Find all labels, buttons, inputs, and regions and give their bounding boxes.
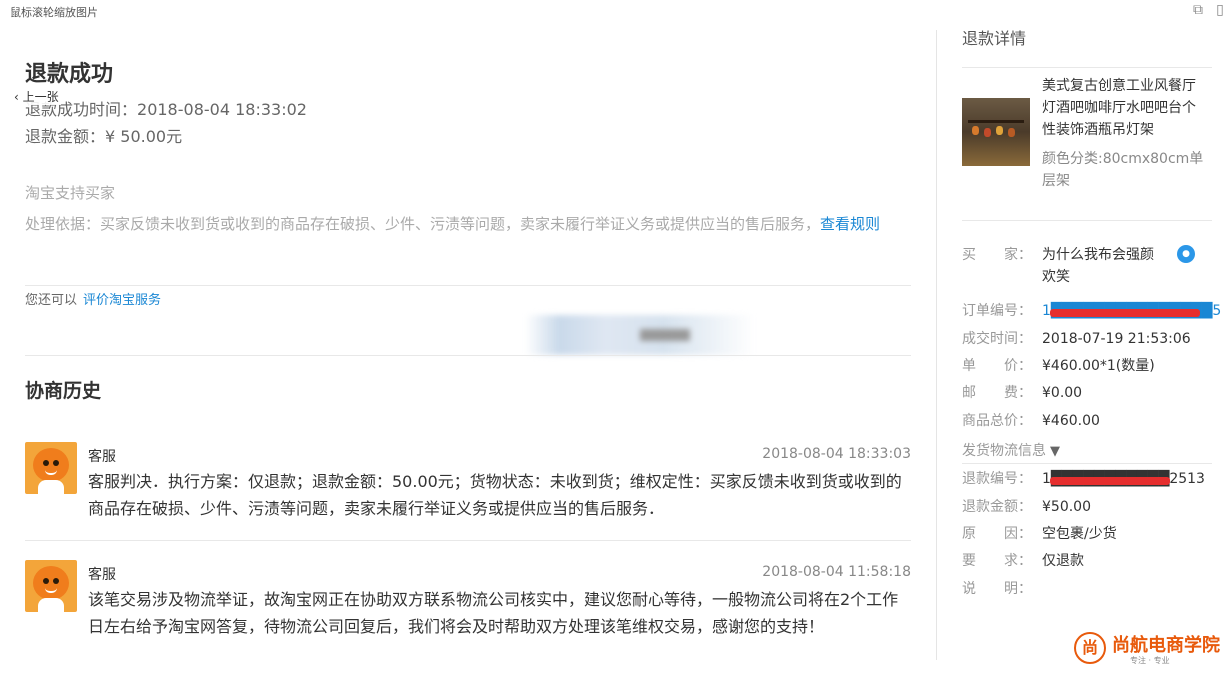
history-message: 客服 2018-08-04 18:33:03 客服判决．执行方案：仅退款；退款金… (25, 442, 911, 532)
message-time: 2018-08-04 18:33:03 (762, 446, 911, 462)
shipping-value: ¥0.00 (1042, 385, 1083, 401)
refund-amount-label: 退款金额： (962, 499, 1032, 515)
refund-amount-value: ¥ 50.00元 (105, 127, 183, 146)
logistics-label: 发货物流信息 (962, 443, 1046, 459)
external-link-icon[interactable]: ⧉ (1190, 2, 1206, 18)
viewer-toolbar: ⧉ ▯ (1190, 2, 1228, 18)
blurred-region (525, 315, 755, 355)
request-label: 要 求： (962, 553, 1032, 569)
note-label: 说 明： (962, 581, 1032, 597)
logo-icon: 尚 (1074, 632, 1106, 664)
total-label: 商品总价： (962, 413, 1032, 429)
price-label: 单 价： (962, 358, 1032, 374)
divider (962, 220, 1212, 221)
chevron-left-icon: ‹ (14, 90, 19, 104)
message-sender: 客服 (88, 449, 116, 465)
product-name-link[interactable]: 美式复古创意工业风餐厅灯酒吧咖啡厅水吧吧台个性装饰酒瓶吊灯架 (1042, 75, 1207, 141)
also-can: 您还可以 评价淘宝服务 (25, 289, 161, 308)
deal-time-value: 2018-07-19 21:53:06 (1042, 331, 1191, 347)
processing-basis: 处理依据：买家反馈未收到货或收到的商品存在破损、少件、污渍等问题，卖家未履行举证… (25, 209, 895, 239)
viewer-title: 鼠标滚轮缩放图片 (10, 6, 98, 19)
total-row: 商品总价： ¥460.00 (962, 410, 1100, 432)
watermark-tag: 专注 · 专业 (1130, 656, 1170, 665)
divider (25, 285, 911, 286)
prev-image-label: 上一张 (22, 90, 59, 104)
logistics-toggle[interactable]: 发货物流信息 ▼ (962, 440, 1060, 460)
chat-icon[interactable]: ● (1177, 245, 1195, 263)
divider (25, 355, 911, 356)
refund-success-time-value: 2018-08-04 18:33:02 (137, 100, 307, 119)
redaction-mark (1050, 309, 1200, 317)
request-row: 要 求： 仅退款 (962, 550, 1084, 572)
refund-amount-row: 退款金额： ¥50.00 (962, 496, 1091, 518)
message-text: 该笔交易涉及物流举证，故淘宝网正在协助双方联系物流公司核实中，建议您耐心等待，一… (88, 590, 899, 636)
rate-service-link[interactable]: 评价淘宝服务 (83, 293, 161, 308)
divider (962, 67, 1212, 68)
buyer-value: 为什么我布会强颜欢笑 (1042, 247, 1154, 285)
divider (25, 540, 911, 541)
product-spec: 颜色分类:80cmx80cm单层架 (1042, 151, 1204, 189)
window-icon[interactable]: ▯ (1212, 2, 1228, 18)
refund-detail-panel: 退款详情 美式复古创意工业风餐厅灯酒吧咖啡厅水吧吧台个性装饰酒瓶吊灯架 颜色分类… (936, 29, 1228, 660)
price-value: ¥460.00*1(数量) (1042, 358, 1155, 374)
shipping-row: 邮 费： ¥0.00 (962, 382, 1082, 404)
avatar (25, 560, 77, 612)
support-title: 淘宝支持买家 (25, 184, 116, 202)
refund-amount-value: ¥50.00 (1042, 499, 1091, 515)
also-can-label: 您还可以 (25, 293, 78, 308)
message-text: 客服判决．执行方案：仅退款；退款金额：50.00元；货物状态：未收到货；维权定性… (88, 472, 902, 518)
watermark-name: 尚航电商学院 (1112, 635, 1220, 656)
side-title: 退款详情 (962, 29, 1027, 48)
price-row: 单 价： ¥460.00*1(数量) (962, 355, 1155, 377)
refund-no-label: 退款编号： (962, 471, 1032, 487)
note-row: 说 明： (962, 578, 1042, 600)
refund-main-panel: 退款成功 退款成功时间：2018-08-04 18:33:02 退款金额：¥ 5… (25, 30, 911, 674)
caret-down-icon: ▼ (1050, 444, 1060, 459)
deal-time-label: 成交时间： (962, 331, 1032, 347)
history-title: 协商历史 (25, 380, 102, 402)
message-sender: 客服 (88, 567, 116, 583)
buyer-label: 买 家： (962, 247, 1032, 263)
page-title: 退款成功 (25, 62, 114, 87)
refund-amount-label: 退款金额： (25, 127, 106, 146)
history-message: 客服 2018-08-04 11:58:18 该笔交易涉及物流举证，故淘宝网正在… (25, 560, 911, 660)
processing-basis-text: 处理依据：买家反馈未收到货或收到的商品存在破损、少件、污渍等问题，卖家未履行举证… (25, 215, 821, 233)
deal-time-row: 成交时间： 2018-07-19 21:53:06 (962, 328, 1191, 350)
refund-amount: 退款金额：¥ 50.00元 (25, 123, 182, 147)
product-image[interactable] (962, 98, 1030, 166)
refund-success-time: 退款成功时间：2018-08-04 18:33:02 (25, 96, 307, 120)
total-value: ¥460.00 (1042, 413, 1100, 429)
redaction-mark (1050, 477, 1170, 485)
request-value: 仅退款 (1042, 553, 1084, 569)
watermark-logo: 尚 尚航电商学院 专注 · 专业 (1072, 628, 1227, 670)
avatar (25, 442, 77, 494)
reason-value: 空包裹/少货 (1042, 526, 1117, 542)
divider (962, 463, 1212, 464)
view-rules-link[interactable]: 查看规则 (820, 215, 880, 233)
shipping-label: 邮 费： (962, 385, 1032, 401)
reason-label: 原 因： (962, 526, 1032, 542)
buyer-row: 买 家： 为什么我布会强颜欢笑 (962, 244, 1212, 288)
reason-row: 原 因： 空包裹/少货 (962, 523, 1117, 545)
message-time: 2018-08-04 11:58:18 (762, 564, 911, 580)
prev-image-button[interactable]: ‹ 上一张 (12, 88, 61, 105)
order-label: 订单编号： (962, 303, 1032, 319)
